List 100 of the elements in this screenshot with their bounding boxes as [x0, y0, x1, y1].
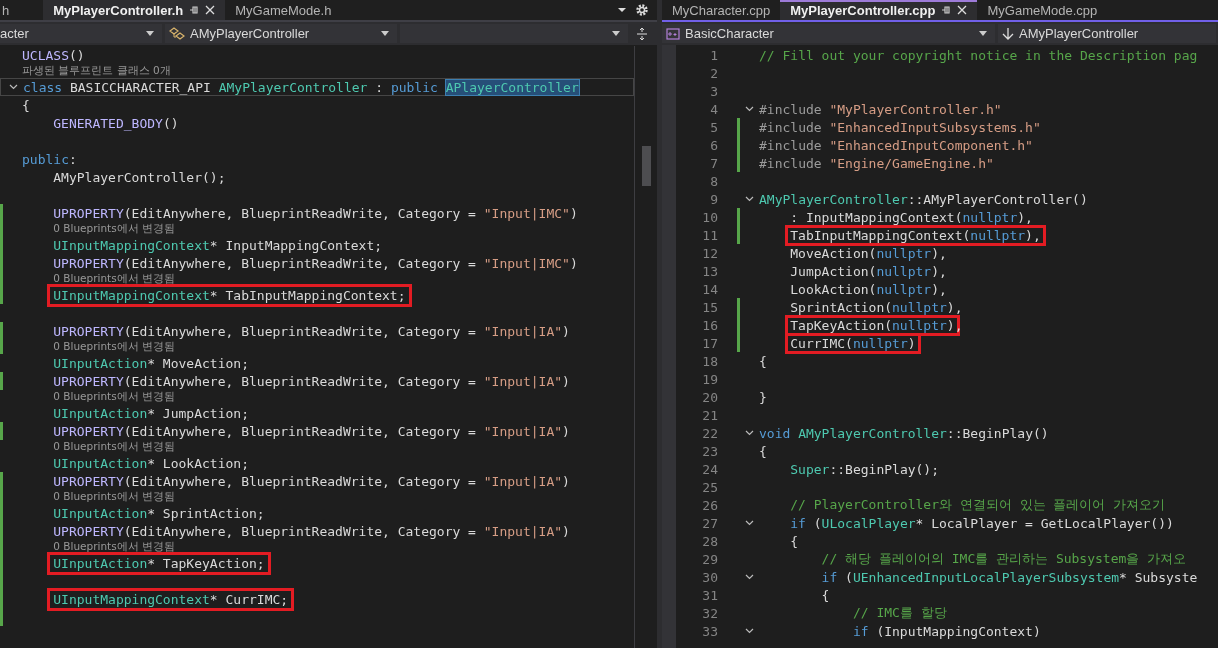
close-icon[interactable]	[957, 5, 968, 15]
code-text: // Fill out your copyright notice in the Description pag	[759, 47, 1198, 63]
line-number: 9	[709, 191, 718, 207]
code-text: AMyPlayerController();	[53, 169, 226, 185]
pin-icon[interactable]	[941, 5, 952, 15]
collapse-icon[interactable]	[745, 196, 754, 202]
project-dropdown[interactable]: acter	[0, 24, 162, 43]
caret-icon	[979, 31, 987, 36]
line-number: 13	[701, 263, 718, 279]
line-number: 7	[709, 155, 718, 171]
caret-icon	[146, 31, 154, 36]
codelens-hint[interactable]: 0 Blueprints에서 변경됨	[53, 272, 176, 286]
code-text: }	[759, 389, 767, 405]
code-text: // 해당 플레이어의 IMC를 관리하는 Subsystem을 가져오	[821, 550, 1187, 568]
code-text: if (ULocalPlayer* LocalPlayer = GetLocalPlayer())	[790, 515, 1174, 531]
line-number: 21	[701, 407, 718, 423]
code-text: UInputMappingContext* InputMappingContext;	[53, 237, 383, 253]
codelens-hint[interactable]: 0 Blueprints에서 변경됨	[53, 540, 176, 554]
line-number: 8	[709, 173, 718, 189]
pin-icon[interactable]	[189, 5, 200, 15]
selected-text: APlayerController	[445, 79, 579, 95]
line-number: 28	[701, 533, 718, 549]
line-number: 26	[701, 497, 718, 513]
code-text: #include "Engine/GameEngine.h"	[759, 155, 994, 171]
collapse-icon[interactable]	[745, 430, 754, 436]
code-text: // PlayerController와 연결되어 있는 플레이어 가져오기	[790, 496, 1166, 514]
codelens-hint[interactable]: 0 Blueprints에서 변경됨	[53, 390, 176, 404]
code-text: if (UEnhancedInputLocalPlayerSubsystem* Subsyste	[821, 569, 1198, 585]
codelens-hint[interactable]: 파생된 블루프린트 클래스 0개	[22, 64, 171, 78]
code-text: {	[759, 443, 767, 459]
line-number: 30	[701, 569, 718, 585]
arrow-down-icon	[1002, 26, 1014, 41]
codelens-hint[interactable]: 0 Blueprints에서 변경됨	[53, 222, 176, 236]
line-number: 2	[709, 65, 718, 81]
codelens-hint[interactable]: 0 Blueprints에서 변경됨	[53, 440, 176, 454]
file-tab[interactable]: MyPlayerController.cpp	[780, 0, 978, 20]
code-text: UCLASS()	[22, 47, 85, 63]
collapse-icon[interactable]	[745, 628, 754, 634]
code-text: MoveAction(nullptr),	[790, 245, 947, 261]
code-text: UInputAction* JumpAction;	[53, 405, 249, 421]
codelens-hint[interactable]: 0 Blueprints에서 변경됨	[53, 340, 176, 354]
code-text: // IMC를 할당	[852, 604, 947, 622]
line-number: 31	[701, 587, 718, 603]
line-number: 22	[701, 425, 718, 441]
file-tab[interactable]: MyPlayerController.h	[43, 0, 226, 20]
code-text: #include "EnhancedInputComponent.h"	[759, 137, 1033, 153]
code-text: AMyPlayerController::AMyPlayerController()	[759, 191, 1088, 207]
highlight-box: UInputAction* TapKeyAction;	[47, 551, 271, 575]
file-tab[interactable]: MyGameMode.h	[225, 0, 342, 20]
code-text: {	[790, 533, 799, 549]
close-icon[interactable]	[205, 5, 216, 15]
file-tab[interactable]: MyCharacter.cpp	[662, 0, 781, 20]
code-text: UInputAction* MoveAction;	[53, 355, 249, 371]
scope-dropdown[interactable]: AMyPlayerController	[998, 24, 1216, 43]
code-text: SprintAction(nullptr),	[790, 299, 963, 315]
code-text: UPROPERTY(EditAnywhere, BlueprintReadWrite, Category = "Input|IA")	[53, 323, 570, 339]
code-text: UPROPERTY(EditAnywhere, BlueprintReadWrite, Category = "Input|IA")	[53, 423, 570, 439]
line-number: 27	[701, 515, 718, 531]
code-text: UPROPERTY(EditAnywhere, BlueprintReadWrite, Category = "Input|IMC")	[53, 205, 578, 221]
line-number: 11	[701, 227, 718, 243]
code-text: UPROPERTY(EditAnywhere, BlueprintReadWrite, Category = "Input|IA")	[53, 373, 570, 389]
code-text: Super::BeginPlay();	[790, 461, 939, 477]
code-text: void AMyPlayerController::BeginPlay()	[759, 425, 1049, 441]
file-tab[interactable]: h	[0, 0, 44, 20]
project-dropdown[interactable]: BasicCharacter	[662, 24, 995, 43]
scope-dropdown[interactable]: AMyPlayerController	[165, 24, 397, 43]
code-text: : InputMappingContext(nullptr),	[790, 209, 1033, 225]
settings-icon[interactable]	[635, 3, 649, 17]
scrollbar-thumb[interactable]	[641, 146, 651, 186]
code-text: UInputAction* SprintAction;	[53, 505, 265, 521]
dropdown-icon[interactable]	[617, 7, 627, 13]
line-number: 5	[709, 119, 718, 135]
split-icon[interactable]	[636, 26, 648, 41]
line-number: 14	[701, 281, 718, 297]
collapse-icon[interactable]	[745, 520, 754, 526]
codelens-hint[interactable]: 0 Blueprints에서 변경됨	[53, 490, 176, 504]
line-number: 23	[701, 443, 718, 459]
highlight-box: TabInputMappingContext(nullptr),	[785, 224, 1046, 246]
class-icon	[169, 26, 185, 41]
line-number: 25	[701, 479, 718, 495]
code-text: UPROPERTY(EditAnywhere, BlueprintReadWrite, Category = "Input|IA")	[53, 473, 570, 489]
collapse-icon[interactable]	[745, 106, 754, 112]
project-icon	[666, 27, 680, 40]
line-number: 12	[701, 245, 718, 261]
collapse-icon[interactable]	[9, 84, 18, 90]
code-text: UPROPERTY(EditAnywhere, BlueprintReadWrite, Category = "Input|IMC")	[53, 255, 578, 271]
code-text: UInputAction* LookAction;	[53, 455, 249, 471]
code-text: ,	[954, 317, 963, 333]
line-number: 20	[701, 389, 718, 405]
line-number: 32	[701, 605, 718, 621]
code-text: {	[821, 587, 830, 603]
code-text: JumpAction(nullptr),	[790, 263, 947, 279]
caret-icon	[612, 31, 620, 36]
highlight-box: UInputMappingContext* CurrIMC;	[47, 587, 295, 611]
line-number: 29	[701, 551, 718, 567]
line-number: 17	[701, 335, 718, 351]
file-tab[interactable]: MyGameMode.cpp	[977, 0, 1108, 20]
collapse-icon[interactable]	[745, 574, 754, 580]
code-text: public:	[22, 151, 77, 167]
code-text: #include "MyPlayerController.h"	[759, 101, 1002, 117]
